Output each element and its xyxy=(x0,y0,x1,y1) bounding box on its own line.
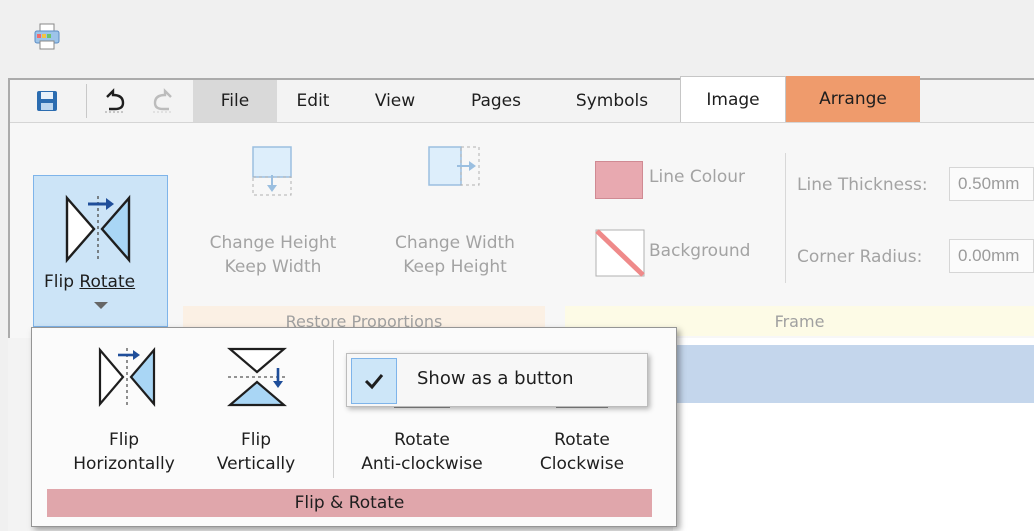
rotate-clockwise-line1: Rotate xyxy=(554,430,610,450)
flip-rotate-label: Flip Rotate xyxy=(44,272,135,292)
change-width-button[interactable]: Change Width Keep Height xyxy=(375,135,535,305)
frame-group: Line Colour Background Line Thickness: C… xyxy=(565,135,1034,336)
change-height-icon xyxy=(252,146,292,196)
change-height-line1: Change Height xyxy=(209,233,337,253)
tab-view[interactable]: View xyxy=(359,80,431,122)
toolbar-divider xyxy=(86,84,87,118)
frame-divider xyxy=(785,153,786,283)
title-bar xyxy=(0,0,1034,78)
undo-icon xyxy=(105,88,125,113)
tab-edit[interactable]: Edit xyxy=(277,80,349,122)
flip-horizontally-button[interactable]: Flip Horizontally xyxy=(52,328,196,488)
popup-divider xyxy=(333,340,334,478)
background-button[interactable]: Background xyxy=(595,229,785,277)
flip-horizontally-line2: Horizontally xyxy=(73,454,175,474)
rotate-label: Rotate xyxy=(79,272,136,292)
flip-horizontally-line1: Flip xyxy=(108,430,139,450)
tab-file[interactable]: File xyxy=(193,80,277,122)
change-width-line2: Keep Height xyxy=(403,257,507,277)
line-colour-label: Line Colour xyxy=(649,167,745,187)
printer-icon xyxy=(34,23,60,50)
flip-rotate-button[interactable]: Flip Rotate xyxy=(33,175,168,327)
ribbon-bottom-edge xyxy=(673,338,1034,345)
document-header-bar xyxy=(673,345,1034,403)
flip-horizontal-icon xyxy=(98,347,156,407)
rotate-clockwise-button[interactable]: Rotate Clockwise xyxy=(518,328,646,488)
line-colour-swatch xyxy=(595,161,643,199)
chevron-down-icon xyxy=(94,302,108,309)
flip-label: Flip xyxy=(44,272,75,292)
application-window: File Edit View Pages Symbols Image Arran… xyxy=(0,0,1034,531)
line-thickness-label: Line Thickness: xyxy=(797,175,928,195)
rotate-clockwise-line2: Clockwise xyxy=(539,454,625,474)
show-as-button-label: Show as a button xyxy=(417,368,574,389)
document-canvas xyxy=(673,403,1034,531)
tab-pages[interactable]: Pages xyxy=(453,80,539,122)
show-as-button-menu-item[interactable]: Show as a button xyxy=(346,353,648,407)
no-fill-icon xyxy=(595,229,645,277)
undo-button[interactable] xyxy=(100,86,130,116)
flip-vertically-line2: Vertically xyxy=(216,454,296,474)
tab-symbols[interactable]: Symbols xyxy=(557,80,667,122)
checkmark-icon xyxy=(364,374,384,390)
flip-rotate-group-label: Flip & Rotate xyxy=(47,489,652,517)
change-width-line1: Change Width xyxy=(395,233,515,253)
change-height-button[interactable]: Change Height Keep Width xyxy=(193,135,353,305)
save-icon xyxy=(37,91,57,111)
quick-access-toolbar xyxy=(10,80,195,122)
restore-proportions-group: Change Height Keep Width Change Width Ke… xyxy=(183,135,545,336)
line-colour-button[interactable]: Line Colour xyxy=(595,157,785,201)
flip-vertically-button[interactable]: Flip Vertically xyxy=(196,328,316,488)
line-thickness-input[interactable] xyxy=(949,167,1034,201)
tab-arrange[interactable]: Arrange xyxy=(786,76,920,122)
tab-image[interactable]: Image xyxy=(680,76,786,123)
rotate-anticlockwise-button[interactable]: Rotate Anti-clockwise xyxy=(342,328,502,488)
corner-radius-input[interactable] xyxy=(949,239,1034,273)
redo-button[interactable] xyxy=(148,86,178,116)
rotate-anticlockwise-line2: Anti-clockwise xyxy=(361,454,483,474)
flip-vertical-icon xyxy=(227,347,287,407)
show-as-button-checkbox[interactable] xyxy=(351,358,397,404)
corner-radius-label: Corner Radius: xyxy=(797,247,923,267)
change-height-line2: Keep Width xyxy=(224,257,322,277)
flip-rotate-icon xyxy=(65,194,131,264)
flip-vertically-line1: Flip xyxy=(240,430,271,450)
save-button[interactable] xyxy=(34,86,60,116)
change-width-icon xyxy=(428,146,480,186)
left-panel xyxy=(8,338,31,531)
background-label: Background xyxy=(649,241,751,261)
redo-icon xyxy=(153,88,173,113)
rotate-anticlockwise-line1: Rotate xyxy=(394,430,450,450)
